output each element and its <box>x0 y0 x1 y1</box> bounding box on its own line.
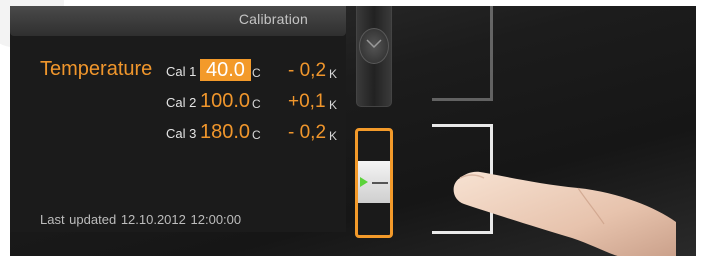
cal2-offset: +0,1 <box>288 91 326 112</box>
slider-knob[interactable] <box>358 161 390 203</box>
scroll-track[interactable] <box>356 6 392 107</box>
last-updated: Last updated 12.10.2012 12:00:00 <box>40 212 241 227</box>
cal1-value[interactable]: 40.0 <box>200 59 251 81</box>
triangle-marker-icon <box>360 177 368 187</box>
pointing-hand-icon <box>453 171 676 256</box>
cal2-offset-unit: K <box>329 98 338 112</box>
cal1-unit: C <box>252 66 261 80</box>
bracket-guide-top <box>432 6 493 101</box>
cal2-unit: C <box>252 97 261 111</box>
header-bar: Calibration <box>10 6 346 36</box>
last-updated-time: 12:00:00 <box>190 212 242 227</box>
last-updated-label: Last updated <box>40 212 117 227</box>
cal1-offset: - 0,2 <box>288 60 327 81</box>
cal3-offset: - 0,2 <box>288 122 327 143</box>
scroll-up-button[interactable] <box>359 28 389 64</box>
temperature-label: Temperature <box>40 58 153 80</box>
last-updated-date: 12.10.2012 <box>120 212 186 227</box>
chevron-down-icon <box>366 39 382 49</box>
cal3-unit: C <box>252 128 261 142</box>
cal3-label: Cal 3 <box>166 126 197 141</box>
calibration-panel: Calibration Temperature Cal 1 40.0 C - 0… <box>10 6 346 232</box>
page-title: Calibration <box>238 11 308 27</box>
device-screen: Calibration Temperature Cal 1 40.0 C - 0… <box>10 6 696 256</box>
slider-handle-frame[interactable] <box>355 128 393 238</box>
cal3-offset-unit: K <box>329 129 338 143</box>
cal1-label: Cal 1 <box>166 64 197 79</box>
cal2-label: Cal 2 <box>166 95 197 110</box>
cal1-offset-unit: K <box>329 67 338 81</box>
cal2-value[interactable]: 100.0 <box>200 90 250 113</box>
cal3-value[interactable]: 180.0 <box>200 121 250 144</box>
slider-indicator-line <box>372 182 388 184</box>
